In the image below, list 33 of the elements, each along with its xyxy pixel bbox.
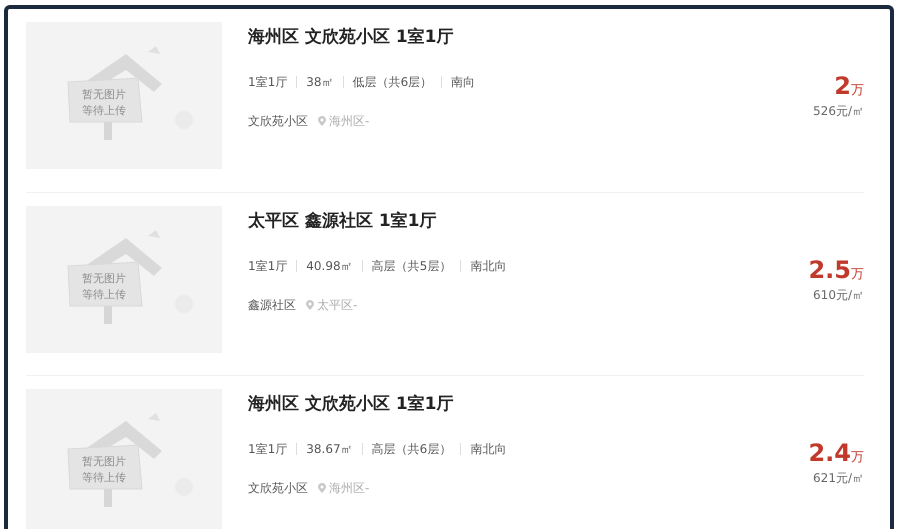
district-text: 海州区-	[329, 480, 370, 496]
location-pin-icon	[318, 116, 326, 126]
total-price: 2.4万	[808, 441, 864, 465]
feature-text: 高层（共6层）	[372, 440, 452, 458]
feature-text: 南北向	[470, 440, 506, 458]
feature-text: 1室1厅	[248, 258, 288, 274]
location-pin-icon	[318, 482, 326, 492]
total-price: 2.5万	[808, 258, 864, 282]
listing-title[interactable]: 海州区 文欣苑小区 1室1厅	[248, 25, 476, 50]
feature-text: 38㎡	[306, 74, 334, 90]
unit-price: 610元/㎡	[812, 287, 864, 304]
community-link[interactable]: 鑫源社区	[248, 296, 296, 314]
feature-text: 1室1厅	[248, 74, 288, 90]
feature-text: 高层（共5层）	[372, 258, 452, 274]
listing-title[interactable]: 海州区 文欣苑小区 1室1厅	[248, 392, 506, 418]
district-text: 海州区-	[329, 112, 370, 130]
feature-text: 40.98㎡	[306, 258, 353, 274]
feature-text: 南向	[451, 74, 476, 90]
feature-text: 南北向	[470, 258, 506, 274]
listing-title[interactable]: 太平区 鑫源社区 1室1厅	[248, 209, 506, 234]
unit-price: 621元/㎡	[812, 470, 864, 487]
feature-text: 1室1厅	[248, 440, 288, 458]
community-link[interactable]: 文欣苑小区	[248, 478, 308, 496]
feature-text: 低层（共6层）	[352, 74, 432, 90]
district-text: 太平区-	[317, 296, 358, 314]
placeholder-image: 暂无图片 等待上传	[26, 22, 222, 169]
feature-text: 38.67㎡	[306, 440, 353, 458]
placeholder-image: 暂无图片 等待上传	[26, 389, 222, 529]
placeholder-image: 暂无图片 等待上传	[26, 206, 222, 353]
unit-price: 526元/㎡	[813, 103, 864, 120]
community-link[interactable]: 文欣苑小区	[248, 112, 308, 130]
location-pin-icon	[306, 300, 314, 310]
total-price: 2万	[833, 74, 864, 98]
